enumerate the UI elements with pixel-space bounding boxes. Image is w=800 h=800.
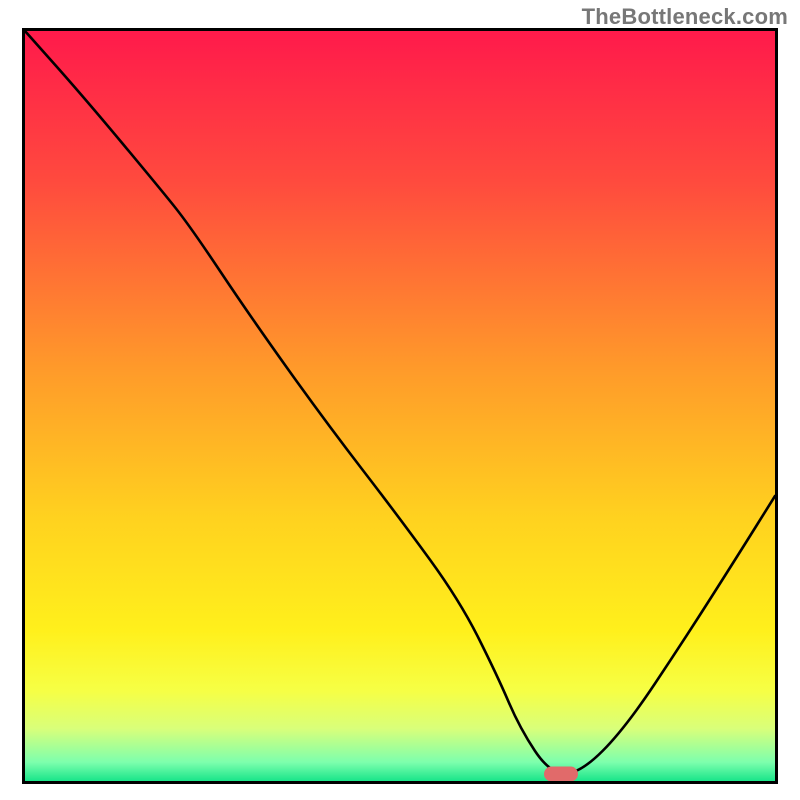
curve-layer xyxy=(25,31,775,781)
bottleneck-curve xyxy=(25,31,775,774)
optimal-marker xyxy=(544,766,578,781)
plot-frame xyxy=(22,28,778,784)
watermark-text: TheBottleneck.com xyxy=(582,4,788,30)
chart-container: TheBottleneck.com xyxy=(0,0,800,800)
